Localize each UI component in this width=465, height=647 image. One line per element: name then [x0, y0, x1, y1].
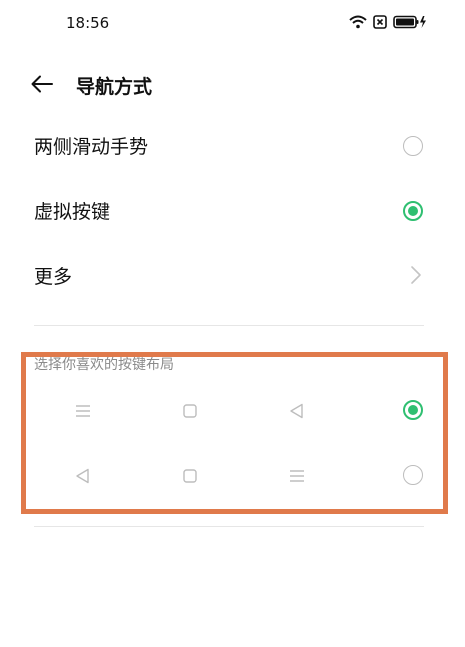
arrow-left-icon: [28, 75, 56, 102]
status-time: 18:56: [66, 14, 110, 32]
option-label: 虚拟按键: [34, 201, 111, 223]
option-swipe-gestures[interactable]: 两侧滑动手势: [0, 116, 465, 176]
sim-x-icon: [373, 14, 387, 33]
section-label: 选择你喜欢的按键布局: [34, 357, 174, 373]
back-triangle-icon: [288, 402, 306, 420]
key-layout-option-2[interactable]: [0, 453, 465, 499]
radio-button-unselected[interactable]: [403, 136, 423, 156]
header: 导航方式: [0, 64, 465, 104]
option-virtual-keys[interactable]: 虚拟按键: [0, 181, 465, 241]
status-icons: [349, 14, 427, 33]
key-layout-option-1[interactable]: [0, 388, 465, 434]
battery-charging-icon: [393, 14, 427, 33]
page-title: 导航方式: [76, 76, 153, 98]
option-label: 两侧滑动手势: [34, 136, 149, 158]
divider: [34, 526, 424, 527]
home-square-icon: [181, 467, 199, 485]
wifi-icon: [349, 14, 367, 33]
chevron-right-icon: [409, 264, 423, 286]
menu-icon: [74, 402, 92, 420]
menu-icon: [288, 467, 306, 485]
radio-button-selected[interactable]: [403, 201, 423, 221]
back-button[interactable]: [28, 70, 56, 98]
home-square-icon: [181, 402, 199, 420]
radio-button-selected[interactable]: [403, 400, 423, 420]
option-more[interactable]: 更多: [0, 246, 465, 306]
option-label: 更多: [34, 266, 73, 288]
divider: [34, 325, 424, 326]
radio-button-unselected[interactable]: [403, 465, 423, 485]
back-triangle-icon: [74, 467, 92, 485]
status-bar: 18:56: [0, 0, 465, 44]
